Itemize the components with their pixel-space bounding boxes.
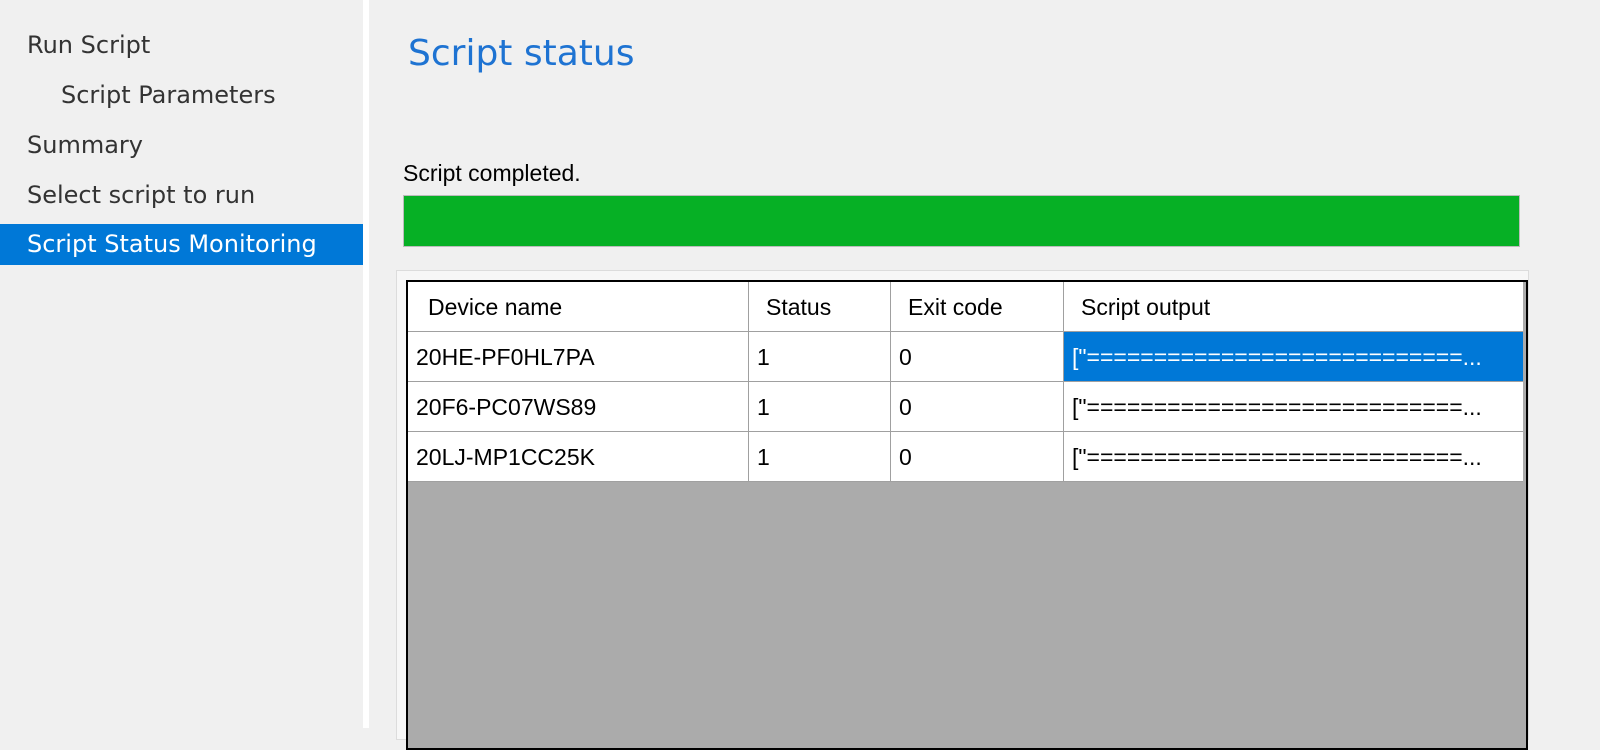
cell-device-name[interactable]: 20HE-PF0HL7PA xyxy=(408,332,749,382)
table-row[interactable]: 20LJ-MP1CC25K 1 0 ["====================… xyxy=(408,432,1523,482)
column-header-status[interactable]: Status xyxy=(749,282,891,332)
cell-status[interactable]: 1 xyxy=(749,382,891,432)
cell-exit-code[interactable]: 0 xyxy=(891,332,1064,382)
results-panel: Device name Status Exit code Script outp… xyxy=(396,270,1529,750)
progress-bar xyxy=(403,195,1520,247)
cell-script-output[interactable]: ["============================... xyxy=(1064,332,1523,382)
cell-exit-code[interactable]: 0 xyxy=(891,432,1064,482)
cell-status[interactable]: 1 xyxy=(749,432,891,482)
table-row[interactable]: 20HE-PF0HL7PA 1 0 ["====================… xyxy=(408,332,1523,382)
status-text: Script completed. xyxy=(403,160,581,186)
nav-item-select-script[interactable]: Select script to run xyxy=(0,175,363,216)
nav-item-script-parameters[interactable]: Script Parameters xyxy=(0,75,363,116)
column-header-script-output[interactable]: Script output xyxy=(1064,282,1523,332)
column-header-device-name[interactable]: Device name xyxy=(408,282,749,332)
cell-script-output[interactable]: ["============================... xyxy=(1064,432,1523,482)
main-panel: Script status Script completed. Device n… xyxy=(369,0,1600,750)
cell-status[interactable]: 1 xyxy=(749,332,891,382)
cell-device-name[interactable]: 20LJ-MP1CC25K xyxy=(408,432,749,482)
grid-header-row: Device name Status Exit code Script outp… xyxy=(408,282,1523,332)
wizard-nav: Run Script Script Parameters Summary Sel… xyxy=(0,0,369,728)
progress-bar-fill xyxy=(404,196,1519,246)
nav-item-script-status-monitoring[interactable]: Script Status Monitoring xyxy=(0,224,363,265)
nav-item-run-script[interactable]: Run Script xyxy=(0,25,363,66)
column-header-exit-code[interactable]: Exit code xyxy=(891,282,1064,332)
cell-script-output[interactable]: ["============================... xyxy=(1064,382,1523,432)
table-row[interactable]: 20F6-PC07WS89 1 0 ["====================… xyxy=(408,382,1523,432)
page-title: Script status xyxy=(408,33,635,74)
cell-device-name[interactable]: 20F6-PC07WS89 xyxy=(408,382,749,432)
results-grid[interactable]: Device name Status Exit code Script outp… xyxy=(406,280,1528,750)
cell-exit-code[interactable]: 0 xyxy=(891,382,1064,432)
nav-item-summary[interactable]: Summary xyxy=(0,125,363,166)
